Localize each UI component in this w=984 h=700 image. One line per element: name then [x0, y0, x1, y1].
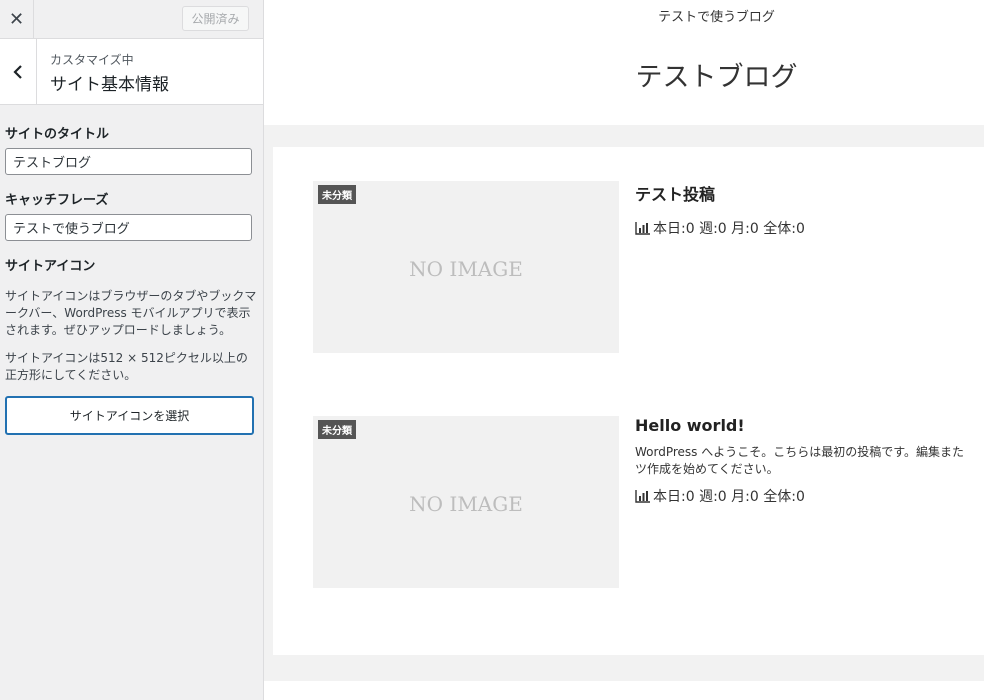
next-section: [264, 681, 984, 700]
category-badge[interactable]: 未分類: [318, 185, 356, 204]
view-counter: 本日:0 週:0 月:0 全体:0: [635, 218, 805, 238]
tagline-input[interactable]: [5, 214, 252, 241]
view-counts: 本日:0 週:0 月:0 全体:0: [653, 221, 805, 237]
post-list: 未分類 NO IMAGE テスト投稿 本日:0 週:0 月:0 全体:0 未分類…: [273, 147, 984, 655]
customizer-header: ✕ 公開済み: [0, 0, 263, 39]
site-icon-size-note: サイトアイコンは512 × 512ピクセル以上の正方形にしてください。: [5, 351, 248, 382]
customizer-sidebar: ✕ 公開済み カスタマイズ中 サイト基本情報 サイトのタイトル キャッチフレーズ…: [0, 0, 264, 700]
tagline-label: キャッチフレーズ: [5, 193, 109, 208]
site-title-input[interactable]: [5, 148, 252, 175]
chevron-left-icon: [13, 64, 22, 79]
site-icon-label: サイトアイコン: [5, 259, 96, 274]
post-thumbnail[interactable]: 未分類 NO IMAGE: [313, 416, 619, 588]
view-counts: 本日:0 週:0 月:0 全体:0: [653, 489, 805, 505]
site-preview: テストで使うブログ テストブログ 未分類 NO IMAGE テスト投稿 本日:0…: [264, 0, 984, 700]
post-card[interactable]: 未分類 NO IMAGE テスト投稿 本日:0 週:0 月:0 全体:0: [313, 181, 984, 354]
section-title: サイト基本情報: [50, 75, 169, 95]
published-button[interactable]: 公開済み: [182, 6, 249, 31]
customizing-label: カスタマイズ中: [50, 53, 134, 67]
site-icon-description: サイトアイコンはブラウザーのタブやブックマークバー、WordPress モバイル…: [5, 289, 257, 337]
site-tagline: テストで使うブログ: [658, 10, 775, 25]
select-site-icon-button[interactable]: サイトアイコンを選択: [5, 396, 254, 435]
site-title-label: サイトのタイトル: [5, 127, 110, 142]
site-title[interactable]: テストブログ: [264, 55, 984, 94]
category-badge[interactable]: 未分類: [318, 420, 356, 439]
view-counter: 本日:0 週:0 月:0 全体:0: [635, 486, 805, 506]
back-button[interactable]: [0, 39, 37, 104]
close-customizer-button[interactable]: ✕: [0, 0, 34, 38]
post-title[interactable]: Hello world!: [635, 416, 745, 435]
post-card[interactable]: 未分類 NO IMAGE Hello world! WordPress へようこ…: [313, 416, 984, 589]
site-identity-controls: サイトのタイトル キャッチフレーズ サイトアイコン サイトアイコンはブラウザーの…: [0, 123, 263, 435]
no-image-placeholder: NO IMAGE: [409, 492, 523, 516]
site-header: テストで使うブログ テストブログ: [264, 0, 984, 125]
post-thumbnail[interactable]: 未分類 NO IMAGE: [313, 181, 619, 353]
post-excerpt: WordPress へようこそ。こちらは最初の投稿です。編集また ツ作成を始めて…: [635, 445, 965, 476]
bar-chart-icon: [635, 490, 650, 503]
bar-chart-icon: [635, 222, 650, 235]
close-icon: ✕: [8, 8, 25, 30]
section-header: カスタマイズ中 サイト基本情報: [0, 39, 263, 105]
no-image-placeholder: NO IMAGE: [409, 257, 523, 281]
post-title[interactable]: テスト投稿: [635, 181, 715, 205]
